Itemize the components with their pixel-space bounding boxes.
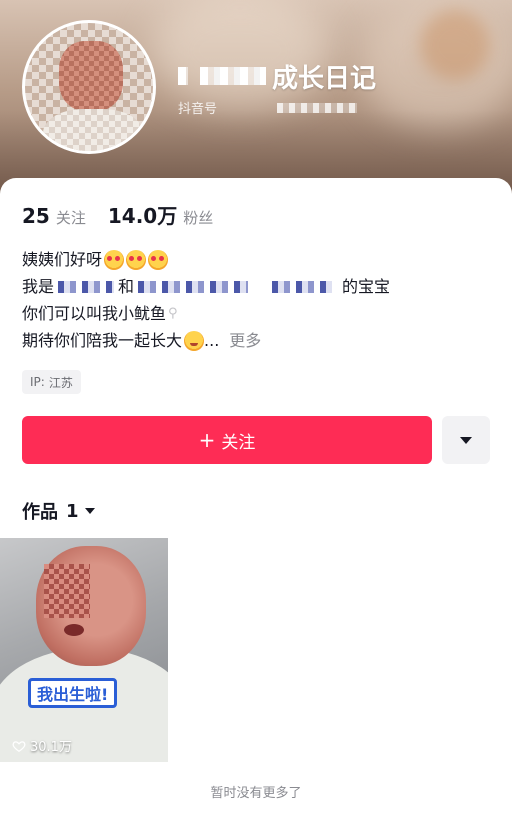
ip-location: 江苏: [48, 375, 73, 390]
tab-works[interactable]: 作品 1: [22, 498, 95, 524]
bio-text: 的宝宝: [342, 277, 391, 296]
video-thumbnail[interactable]: 我出生啦! 30.1万: [0, 538, 168, 762]
smiling-hearts-emoji-icon: [104, 249, 125, 270]
bio-line: 姨姨们好呀: [22, 246, 492, 273]
douyin-id-label: 抖音号: [178, 102, 218, 117]
bio-text: 你们可以叫我小鱿鱼: [22, 304, 167, 323]
profile-avatar[interactable]: [22, 20, 156, 154]
douyin-id-redaction: [277, 102, 358, 113]
following-label[interactable]: 关注: [56, 207, 86, 228]
bio-line: 你们可以叫我小鱿鱼 ⚲: [22, 300, 492, 327]
bio-line: 我是 和 的宝宝: [22, 273, 492, 300]
banner-background-blur: [420, 10, 490, 80]
bio-more-link[interactable]: 更多: [229, 327, 261, 354]
video-caption: 我出生啦!: [28, 678, 118, 708]
following-count[interactable]: 25: [22, 204, 50, 228]
follow-button[interactable]: + 关注: [22, 416, 432, 464]
nickname-row: 成长日记: [178, 58, 376, 94]
triangle-down-icon: [84, 508, 95, 514]
no-more-content-text: 暂时没有更多了: [210, 786, 302, 801]
profile-nickname: 成长日记: [272, 63, 377, 94]
bio-text: 期待你们陪我一起长大: [22, 331, 183, 350]
recommend-dropdown-button[interactable]: [442, 416, 490, 464]
heart-icon: [12, 740, 26, 752]
avatar-pixelated-body: [43, 109, 143, 151]
smiling-hearts-emoji-icon: [126, 249, 147, 270]
bio-text: 和: [118, 277, 135, 296]
plus-icon: +: [198, 428, 216, 452]
works-tab-count: 1: [66, 500, 79, 522]
ip-location-tag: IP: 江苏: [22, 370, 81, 394]
profile-stats: 25 关注 14.0万 粉丝: [22, 200, 235, 229]
avatar-pixelated-face: [59, 41, 123, 111]
bio-ellipsis: ...: [204, 331, 220, 350]
douyin-id-row: 抖音号: [178, 98, 358, 117]
thumbnail-pixelation: [44, 564, 90, 618]
nickname-redaction: [200, 67, 266, 85]
winking-face-emoji-icon: [184, 330, 205, 351]
thumbnail-baby-mouth: [64, 624, 84, 636]
profile-card: 25 关注 14.0万 粉丝 姨姨们好呀 我是 和 的宝宝 你们可以叫我小鱿鱼 …: [0, 178, 512, 824]
bio-text: 我是: [22, 277, 55, 296]
followers-label[interactable]: 粉丝: [183, 207, 213, 228]
nickname-redaction: [178, 67, 188, 85]
bio-line: 期待你们陪我一起长大 ... 更多: [22, 327, 492, 354]
video-likes: 30.1万: [12, 736, 72, 755]
video-likes-count: 30.1万: [30, 740, 72, 755]
bio-redaction: [58, 280, 115, 293]
ip-label: IP:: [30, 375, 45, 389]
bio-redaction: [138, 280, 249, 293]
bio-text: 姨姨们好呀: [22, 250, 103, 269]
bio-redaction: [272, 280, 333, 293]
follow-button-label: 关注: [221, 432, 256, 453]
followers-count[interactable]: 14.0万: [108, 200, 177, 229]
triangle-down-icon: [460, 436, 472, 444]
works-tab-label: 作品: [22, 502, 58, 523]
search-icon: ⚲: [168, 305, 178, 321]
profile-bio[interactable]: 姨姨们好呀 我是 和 的宝宝 你们可以叫我小鱿鱼 ⚲ 期待你们陪我一起长大 ..…: [22, 246, 492, 354]
smiling-hearts-emoji-icon: [148, 249, 169, 270]
